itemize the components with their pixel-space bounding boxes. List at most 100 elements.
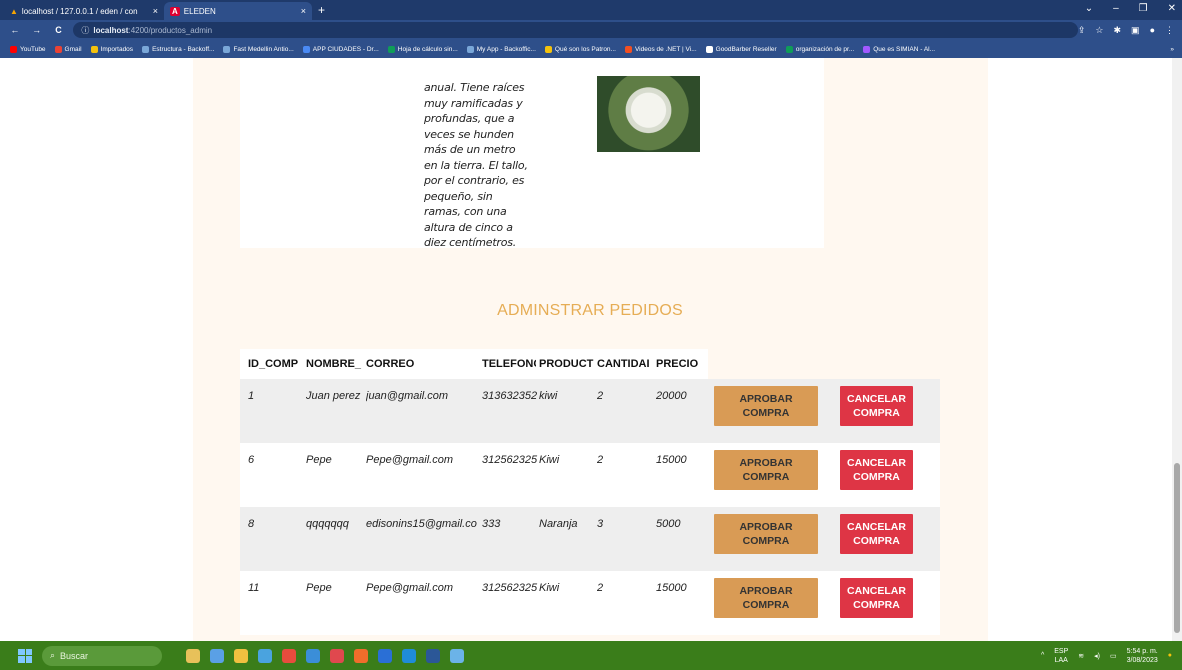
edge-icon[interactable] (378, 648, 392, 663)
bookmark-item[interactable]: GoodBarber Reseller (705, 45, 777, 53)
bookmark-label: Qué son los Patron... (554, 45, 616, 53)
bookmarks-overflow-icon[interactable]: » (1170, 46, 1174, 53)
profile-avatar[interactable]: ● (1150, 25, 1155, 36)
bookmark-item[interactable]: Hoja de cálculo sin... (387, 45, 458, 53)
new-tab-button[interactable]: + (318, 3, 325, 17)
button-label-line: COMPRA (742, 407, 790, 419)
windows-start-icon[interactable] (18, 648, 32, 663)
tray-chevron-icon[interactable]: ^ (1041, 652, 1044, 659)
approve-purchase-button[interactable]: APROBAR COMPRA (714, 386, 818, 426)
wifi-icon[interactable]: ≋ (1078, 652, 1084, 660)
cell-id: 8 (248, 518, 255, 530)
bookmark-label: Videos de .NET | Vi... (634, 45, 697, 53)
browser-tab-eleden[interactable]: A ELEDEN × (164, 2, 312, 20)
page-scrollbar[interactable] (1172, 58, 1182, 641)
bookmark-favicon-icon (54, 45, 62, 53)
cancel-purchase-button[interactable]: CANCELAR COMPRA (840, 578, 913, 618)
menu-icon[interactable]: ⋮ (1165, 25, 1174, 36)
volume-icon[interactable]: ◂) (1094, 652, 1100, 660)
browser-tab-phpmyadmin[interactable]: ▲ localhost / 127.0.0.1 / eden / con × (4, 2, 164, 20)
chrome-icon[interactable] (282, 648, 296, 663)
bookmark-star-icon[interactable]: ☆ (1095, 25, 1103, 36)
button-label-line: COMPRA (742, 471, 790, 483)
phpmyadmin-icon: ▲ (10, 6, 18, 16)
store-icon[interactable] (258, 648, 272, 663)
bookmark-label: Hoja de cálculo sin... (397, 45, 458, 53)
bookmark-item[interactable]: Importados (90, 45, 133, 53)
notepad-icon[interactable] (450, 648, 464, 663)
file-explorer-icon[interactable] (234, 648, 248, 663)
bookmark-item[interactable]: My App - Backoffic... (466, 45, 536, 53)
extensions-icon[interactable]: ✱ (1114, 25, 1122, 36)
bookmark-favicon-icon (223, 45, 231, 53)
taskbar-search[interactable]: ⌕ Buscar (42, 645, 162, 666)
teams-icon[interactable] (402, 648, 416, 663)
language-indicator[interactable]: ESP LAA (1054, 647, 1068, 665)
minimize-button[interactable]: – (1113, 3, 1119, 14)
angular-icon: A (170, 6, 180, 16)
forward-button[interactable]: → (30, 25, 44, 35)
approve-purchase-button[interactable]: APROBAR COMPRA (714, 514, 818, 554)
table-row: 1 Juan perez juan@gmail.com 313632352 kiwi 2 2… (240, 379, 940, 443)
notification-icon[interactable]: ● (1168, 652, 1172, 659)
bookmark-label: Que es SIMIAN - Al... (873, 45, 936, 53)
close-window-button[interactable]: ✕ (1168, 3, 1176, 14)
table-row: 8 qqqqqqq edisonins15@gmail.co 333 Naranja 3 5… (240, 507, 940, 571)
button-label-line: APROBAR (739, 457, 793, 469)
share-icon[interactable]: ⇪ (1078, 25, 1086, 36)
cell-correo: juan@gmail.com (366, 390, 449, 402)
button-label-line: APROBAR (739, 585, 793, 597)
back-button[interactable]: ← (8, 25, 22, 35)
bookmark-item[interactable]: APP CIUDADES - Dr... (302, 45, 379, 53)
tab-close-icon[interactable]: × (153, 6, 158, 16)
tab-close-icon[interactable]: × (301, 6, 306, 16)
cell-telefono: 313632352 (482, 390, 538, 402)
bookmark-favicon-icon (544, 45, 552, 53)
bookmark-favicon-icon (785, 45, 793, 53)
cell-producto: Kiwi (539, 582, 560, 594)
table-row: 6 Pepe Pepe@gmail.com 312562325 Kiwi 2 15000 AP… (240, 443, 940, 507)
taskbar-apps (186, 648, 464, 663)
app-red-icon[interactable] (330, 648, 344, 663)
sidepanel-icon[interactable]: ▣ (1131, 25, 1140, 36)
tab-search-icon[interactable]: ⌄ (1085, 3, 1093, 14)
url-path: :4200/productos_admin (128, 25, 213, 35)
url-field[interactable]: ⓘ localhost:4200/productos_admin (73, 22, 1078, 38)
battery-icon[interactable]: ▭ (1110, 652, 1117, 660)
bookmark-item[interactable]: Gmail (54, 45, 82, 53)
system-tray: ^ ESP LAA ≋ ◂) ▭ 5:54 p. m. 3/08/2023 ● (1041, 647, 1172, 665)
bookmark-label: Estructura - Backoff... (152, 45, 215, 53)
tab-label: ELEDEN (183, 6, 216, 16)
bookmark-item[interactable]: organización de pr... (785, 45, 854, 53)
bookmark-item[interactable]: Fast Medellin Antio... (223, 45, 294, 53)
reload-button[interactable]: C (52, 25, 66, 35)
bookmark-item[interactable]: Que es SIMIAN - Al... (863, 45, 936, 53)
approve-purchase-button[interactable]: APROBAR COMPRA (714, 450, 818, 490)
cell-producto: Kiwi (539, 454, 560, 466)
bookmark-label: APP CIUDADES - Dr... (312, 45, 379, 53)
bookmark-favicon-icon (90, 45, 98, 53)
cancel-purchase-button[interactable]: CANCELAR COMPRA (840, 386, 913, 426)
cancel-purchase-button[interactable]: CANCELAR COMPRA (840, 450, 913, 490)
url-host: localhost (93, 25, 129, 35)
bookmark-item[interactable]: Estructura - Backoff... (142, 45, 215, 53)
cell-id: 11 (248, 582, 260, 594)
tab-label: localhost / 127.0.0.1 / eden / con (21, 6, 138, 16)
approve-purchase-button[interactable]: APROBAR COMPRA (714, 578, 818, 618)
sublime-icon[interactable] (354, 648, 368, 663)
bookmark-item[interactable]: Qué son los Patron... (544, 45, 616, 53)
button-label-line: CANCELAR (847, 521, 906, 533)
col-header-nombre: NOMBRE_ (306, 358, 362, 370)
clock[interactable]: 5:54 p. m. 3/08/2023 (1127, 647, 1158, 665)
vscode-icon[interactable] (306, 648, 320, 663)
bookmark-item[interactable]: YouTube (10, 45, 46, 53)
word-icon[interactable] (426, 648, 440, 663)
widgets-icon[interactable] (186, 648, 200, 663)
scrollbar-thumb[interactable] (1174, 463, 1180, 633)
task-view-icon[interactable] (210, 648, 224, 663)
col-header-correo: CORREO (366, 358, 415, 370)
restore-button[interactable]: ❐ (1139, 3, 1148, 14)
bookmark-item[interactable]: Videos de .NET | Vi... (624, 45, 697, 53)
cancel-purchase-button[interactable]: CANCELAR COMPRA (840, 514, 913, 554)
cell-cantidad: 2 (597, 582, 604, 594)
